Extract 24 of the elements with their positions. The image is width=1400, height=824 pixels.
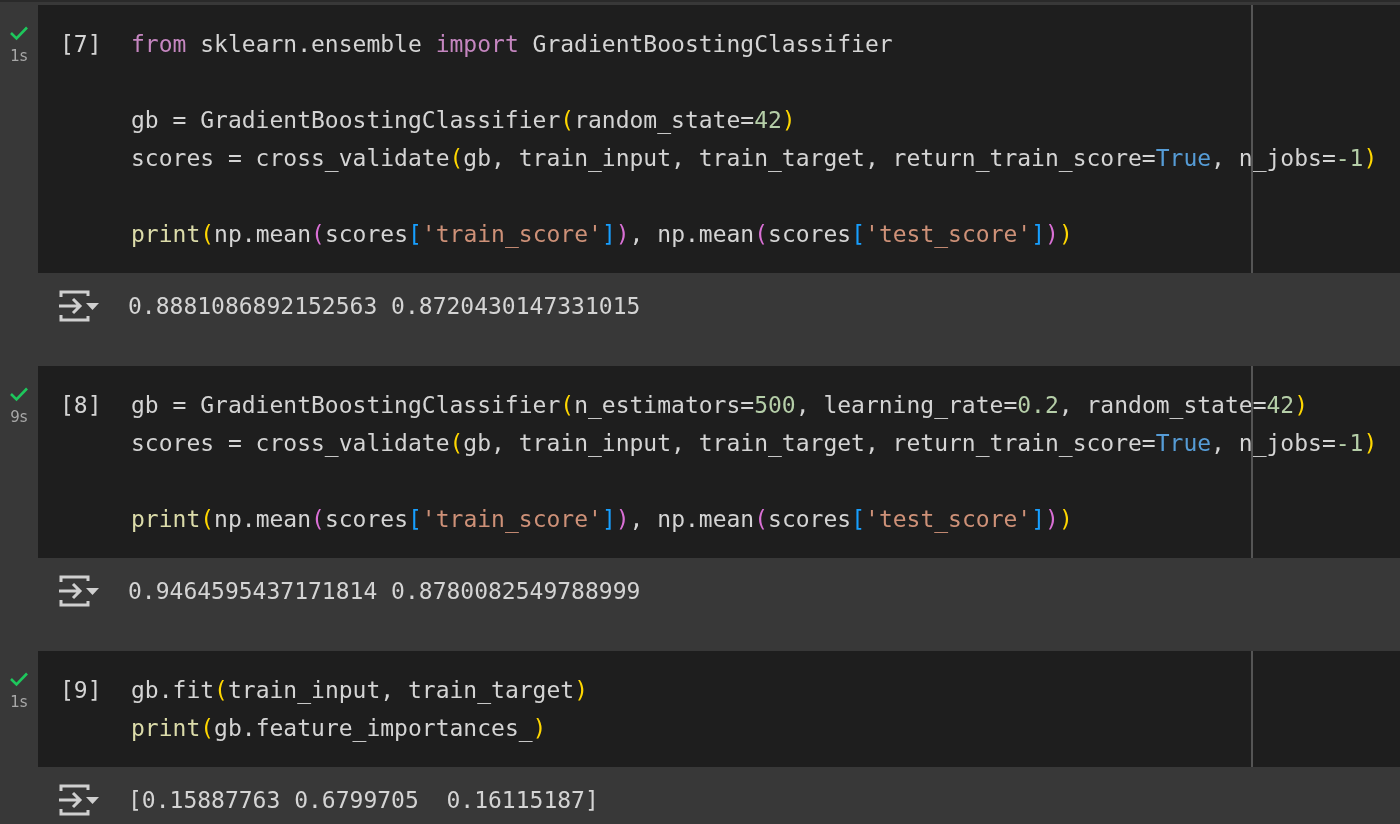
output-toggle-icon[interactable] bbox=[58, 574, 100, 608]
output-toggle-icon[interactable] bbox=[58, 289, 100, 323]
code-line: scores = cross_validate(gb, train_input, train_target, return_train_score=True, n_jobs=-1) bbox=[131, 144, 1378, 174]
output-text: [0.15887763 0.6799705 0.16115187] bbox=[128, 786, 599, 815]
run-time: 9s bbox=[10, 408, 28, 426]
code-line: print(gb.feature_importances_) bbox=[131, 714, 548, 744]
execution-count: [8] bbox=[60, 391, 103, 420]
output-text: 0.9464595437171814 0.8780082549788999 bbox=[128, 577, 641, 606]
run-time: 1s bbox=[10, 693, 28, 711]
code-line: print(np.mean(scores['train_score']), np.mean(scores['test_score'])) bbox=[131, 220, 1074, 250]
run-time: 1s bbox=[10, 47, 28, 65]
code-line: gb = GradientBoostingClassifier(n_estimators=500, learning_rate=0.2, random_state=42) bbox=[131, 391, 1310, 421]
execution-count: [7] bbox=[60, 30, 103, 59]
code-line: print(np.mean(scores['train_score']), np.mean(scores['test_score'])) bbox=[131, 505, 1074, 535]
output-text: 0.8881086892152563 0.8720430147331015 bbox=[128, 292, 641, 321]
code-editor[interactable]: [9] gb.fit(train_input, train_target) print(gb.feature_importances_) bbox=[38, 651, 1400, 767]
code-line: gb.fit(train_input, train_target) bbox=[131, 676, 588, 706]
execution-count: [9] bbox=[60, 676, 103, 705]
code-line: gb = GradientBoostingClassifier(random_state=42) bbox=[131, 106, 797, 136]
output-toggle-icon[interactable] bbox=[58, 783, 100, 817]
code-editor[interactable] bbox=[38, 366, 1400, 558]
code-editor[interactable] bbox=[38, 5, 1400, 273]
code-line: scores = cross_validate(gb, train_input, train_target, return_train_score=True, n_jobs=-1) bbox=[131, 429, 1378, 459]
code-line: from sklearn.ensemble import GradientBoostingClassifier bbox=[131, 30, 894, 59]
